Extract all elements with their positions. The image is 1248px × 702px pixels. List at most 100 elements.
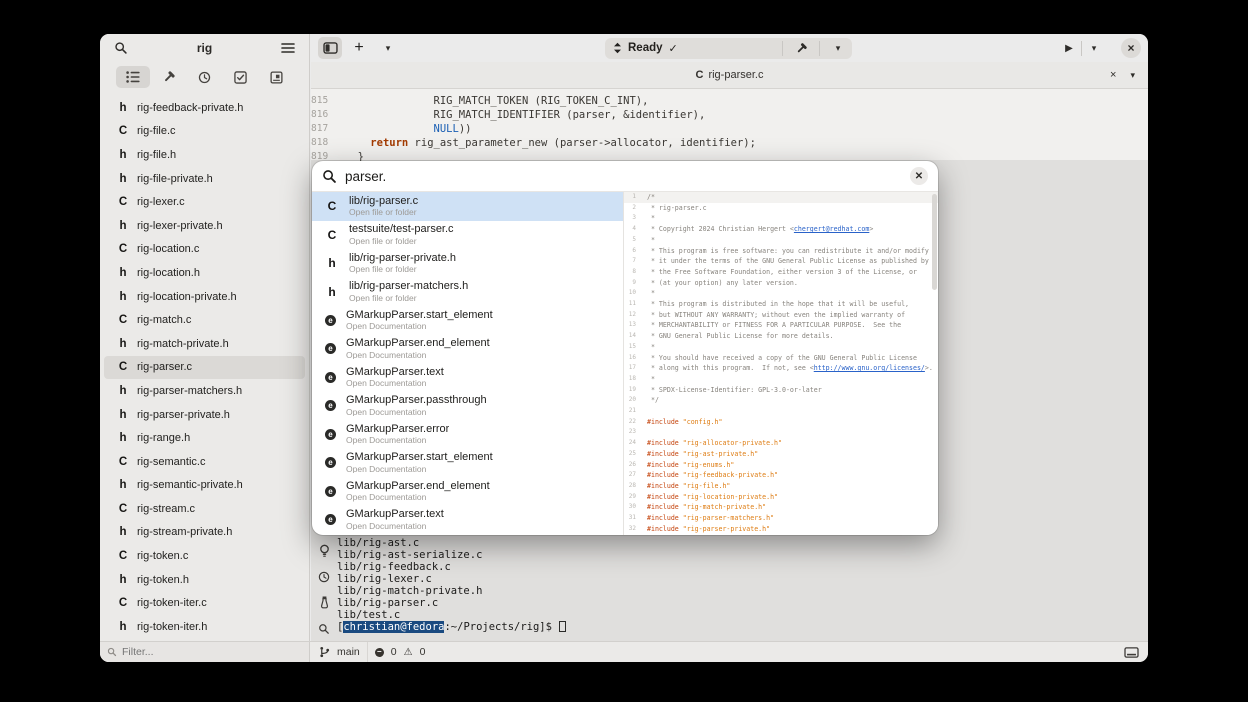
sidebar-file-item[interactable]: C rig-token.c <box>104 544 305 568</box>
sidebar-file-item[interactable]: C rig-parser.c <box>104 356 305 380</box>
preview-code-line: 23 <box>624 427 938 438</box>
terminal-line: lib/test.c <box>337 609 1148 621</box>
search-result-item[interactable]: e GMarkupParser.end_element Open Documen… <box>312 335 623 364</box>
file-type-icon: h <box>118 479 128 491</box>
terminal-line: lib/rig-ast.c <box>337 537 1148 549</box>
sidebar-file-item[interactable]: h rig-location-private.h <box>104 285 305 309</box>
sidebar-file-item[interactable]: h rig-parser-private.h <box>104 403 305 427</box>
history-icon[interactable] <box>188 66 222 88</box>
preview-code-line: 17 * along with this program. If not, se… <box>624 363 938 374</box>
search-result-item[interactable]: e GMarkupParser.end_element Open Documen… <box>312 477 623 506</box>
preview-code-line: 4 * Copyright 2024 Christian Hergert <ch… <box>624 224 938 235</box>
file-type-icon: C <box>118 550 128 562</box>
history-icon[interactable] <box>318 569 330 584</box>
keyboard-icon[interactable] <box>1124 646 1139 659</box>
search-icon[interactable] <box>318 621 330 636</box>
search-input[interactable] <box>345 169 902 184</box>
sidebar-file-item[interactable]: C rig-location.c <box>104 238 305 262</box>
preview-code-line: 10 * <box>624 288 938 299</box>
sidebar-file-item[interactable]: C rig-match.c <box>104 308 305 332</box>
file-type-icon: C <box>325 199 339 213</box>
sidebar-file-item[interactable]: h rig-semantic-private.h <box>104 474 305 498</box>
build-options-caret-icon[interactable]: ▾ <box>826 37 850 59</box>
search-result-item[interactable]: h lib/rig-parser-matchers.h Open file or… <box>312 278 623 307</box>
search-result-item[interactable]: e GMarkupParser.start_element Open Docum… <box>312 449 623 478</box>
close-icon[interactable]: ✕ <box>910 167 928 185</box>
new-tab-button[interactable]: + <box>347 37 371 59</box>
build-status-label: Ready <box>628 42 663 54</box>
sidebar-file-item[interactable]: C rig-lexer.c <box>104 190 305 214</box>
preview-code-line: 19 * SPDX-License-Identifier: GPL-3.0-or… <box>624 385 938 396</box>
search-result-item[interactable]: e GMarkupParser.text Open Documentation <box>312 506 623 535</box>
sidebar: rig h rig-feedback-private.h <box>100 34 310 641</box>
search-result-item[interactable]: e GMarkupParser.start_element Open Docum… <box>312 306 623 335</box>
sidebar-file-item[interactable]: h rig-range.h <box>104 426 305 450</box>
source-editor[interactable]: 815 RIG_MATCH_TOKEN (RIG_TOKEN_C_INT), 8… <box>311 89 1148 161</box>
run-button[interactable]: ▶ <box>1057 37 1081 59</box>
search-result-item[interactable]: e GMarkupParser.text Open Documentation <box>312 363 623 392</box>
preview-code-line: 6 * This program is free software: you c… <box>624 246 938 257</box>
file-type-icon: C <box>118 597 128 609</box>
sidebar-file-item[interactable]: C rig-file.c <box>104 120 305 144</box>
preview-code-line: 9 * (at your option) any later version. <box>624 278 938 289</box>
file-preview-pane[interactable]: 1/* 2 * rig-parser.c 3 * 4 * Copyright 2… <box>624 192 938 535</box>
documentation-icon: e <box>325 457 336 468</box>
search-result-item[interactable]: e GMarkupParser.passthrough Open Documen… <box>312 392 623 421</box>
sidebar-file-item[interactable]: h rig-token.h <box>104 568 305 592</box>
window-close-button[interactable]: × <box>1121 38 1141 58</box>
sidebar-file-item[interactable]: C rig-token-iter.c <box>104 591 305 615</box>
builder-window: rig h rig-feedback-private.h <box>100 34 1148 662</box>
sidebar-file-item[interactable]: h rig-lexer-private.h <box>104 214 305 238</box>
sidebar-file-item[interactable]: h rig-file-private.h <box>104 167 305 191</box>
file-type-icon: h <box>118 621 128 633</box>
search-results-list: C lib/rig-parser.c Open file or folder C… <box>312 192 624 535</box>
project-tree-icon[interactable] <box>116 66 150 88</box>
omnibar[interactable]: Ready ✓ ▾ <box>605 38 852 59</box>
terminal-selection: christian@fedora <box>343 621 444 633</box>
file-type-icon: h <box>325 285 339 299</box>
todo-icon[interactable] <box>223 66 257 88</box>
lightbulb-icon[interactable] <box>319 543 330 558</box>
sidebar-file-item[interactable]: C rig-semantic.c <box>104 450 305 474</box>
build-hammer-icon[interactable] <box>789 37 813 59</box>
flask-icon[interactable] <box>320 595 329 610</box>
preview-code-line: 2 * rig-parser.c <box>624 203 938 214</box>
filter-box <box>100 642 310 662</box>
documentation-icon: e <box>325 400 336 411</box>
preview-scrollbar[interactable] <box>932 194 937 290</box>
sidebar-file-item[interactable]: h rig-file.h <box>104 143 305 167</box>
terminal-panel[interactable]: lib/rig-ast.clib/rig-ast-serialize.clib/… <box>311 537 1148 641</box>
sidebar-file-item[interactable]: h rig-match-private.h <box>104 332 305 356</box>
search-result-item[interactable]: h lib/rig-parser-private.h Open file or … <box>312 249 623 278</box>
file-type-icon: C <box>118 503 128 515</box>
status-bar: main − 0 ⚠ 0 <box>310 642 1148 662</box>
branch-label[interactable]: main <box>337 646 360 658</box>
sidebar-headerbar: rig <box>100 34 309 62</box>
filter-input[interactable] <box>122 646 302 658</box>
warnings-count[interactable]: 0 <box>420 646 426 658</box>
documentation-icon[interactable] <box>259 66 293 88</box>
run-options-caret-icon[interactable]: ▾ <box>1082 37 1106 59</box>
search-result-item[interactable]: C lib/rig-parser.c Open file or folder <box>312 192 623 221</box>
errors-count[interactable]: 0 <box>391 646 397 658</box>
terminal-line: lib/rig-match-private.h <box>337 585 1148 597</box>
file-type-icon: h <box>118 432 128 444</box>
panel-toggle-icon[interactable] <box>318 37 342 59</box>
sidebar-file-item[interactable]: h rig-location.h <box>104 261 305 285</box>
sidebar-file-item[interactable]: h rig-token-iter.h <box>104 615 305 639</box>
tab-file-name: rig-parser.c <box>708 69 763 81</box>
sidebar-file-item[interactable]: C rig-stream.c <box>104 497 305 521</box>
new-tab-caret-icon[interactable]: ▾ <box>376 37 400 59</box>
terminal-line: lib/rig-parser.c <box>337 597 1148 609</box>
tab-rig-parser[interactable]: Crig-parser.c <box>311 69 1148 81</box>
search-result-item[interactable]: e GMarkupParser.error Open Documentation <box>312 420 623 449</box>
build-icon[interactable] <box>152 66 186 88</box>
sidebar-file-item[interactable]: h rig-feedback-private.h <box>104 96 305 120</box>
sidebar-file-item[interactable]: h rig-stream-private.h <box>104 521 305 545</box>
preview-code-line: 27#include "rig-feedback-private.h" <box>624 470 938 481</box>
file-type-icon: h <box>118 574 128 586</box>
sidebar-file-item[interactable]: h rig-parser-matchers.h <box>104 379 305 403</box>
search-result-item[interactable]: C testsuite/test-parser.c Open file or f… <box>312 221 623 250</box>
search-icon[interactable] <box>109 37 133 59</box>
menu-icon[interactable] <box>276 37 300 59</box>
